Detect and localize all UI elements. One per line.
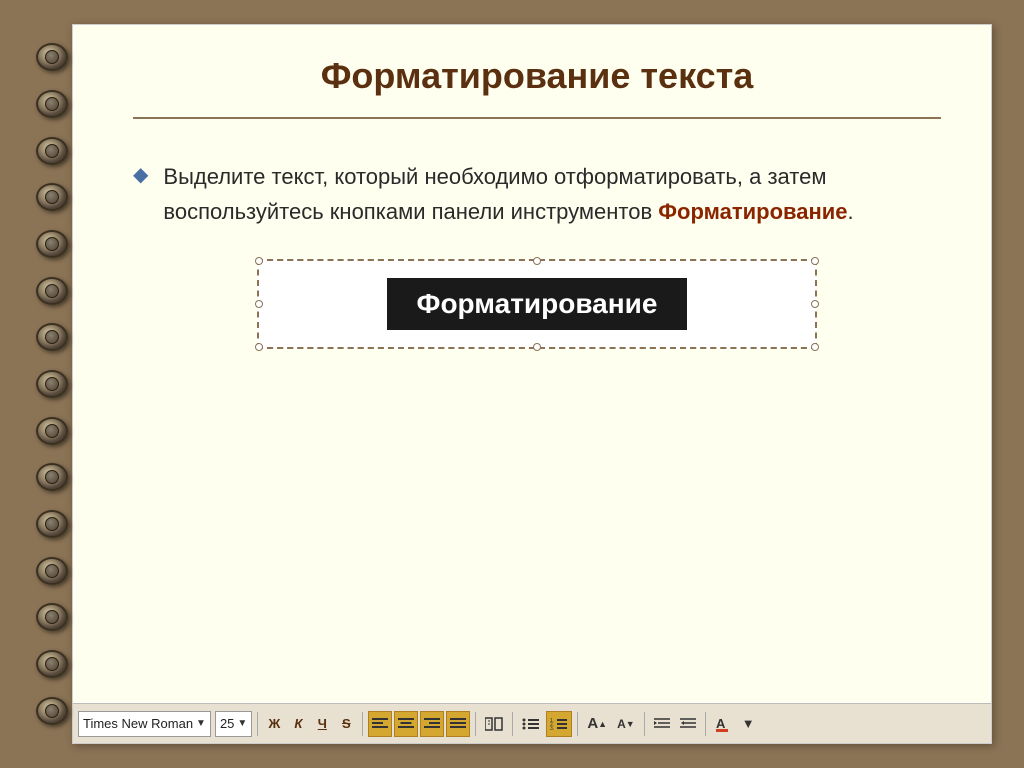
title-divider xyxy=(133,117,941,119)
align-right-button[interactable] xyxy=(420,711,444,737)
corner-circle-tr xyxy=(811,257,819,265)
bullet-text-bold: Форматирование xyxy=(658,199,847,224)
indent-increase-icon xyxy=(654,717,670,731)
font-size-increase-button[interactable]: A▲ xyxy=(583,711,611,737)
bold-button[interactable]: Ж xyxy=(263,711,285,737)
spiral-ring xyxy=(36,697,68,725)
spiral-ring xyxy=(36,90,68,118)
font-name-selector[interactable]: Times New Roman ▼ xyxy=(78,711,211,737)
align-justify-icon xyxy=(450,717,466,731)
corner-circle-tm xyxy=(533,257,541,265)
corner-circle-bm xyxy=(533,343,541,351)
spiral-ring xyxy=(36,323,68,351)
svg-text:A: A xyxy=(716,716,726,731)
align-center-icon xyxy=(398,717,414,731)
separator-2 xyxy=(362,712,363,736)
slide: Форматирование текста ◆ Выделите текст, … xyxy=(72,24,992,744)
spiral-ring xyxy=(36,183,68,211)
unordered-list-button[interactable] xyxy=(518,711,544,737)
spiral-ring xyxy=(36,43,68,71)
outer-frame: Форматирование текста ◆ Выделите текст, … xyxy=(22,14,1002,754)
slide-content: Форматирование текста ◆ Выделите текст, … xyxy=(73,25,991,703)
separator-6 xyxy=(644,712,645,736)
align-center-button[interactable] xyxy=(394,711,418,737)
separator-1 xyxy=(257,712,258,736)
font-name-label: Times New Roman xyxy=(83,716,193,731)
formatting-toolbar: Times New Roman ▼ 25 ▼ Ж К Ч S xyxy=(73,703,991,743)
font-color-dropdown-button[interactable]: ▼ xyxy=(739,711,758,737)
indent-increase-button[interactable] xyxy=(650,711,674,737)
spiral-ring xyxy=(36,277,68,305)
slide-title: Форматирование текста xyxy=(133,55,941,97)
spiral-ring xyxy=(36,417,68,445)
font-name-dropdown-arrow: ▼ xyxy=(196,718,206,729)
spiral-ring xyxy=(36,510,68,538)
italic-button[interactable]: К xyxy=(287,711,309,737)
spiral-ring xyxy=(36,557,68,585)
spiral-ring xyxy=(36,650,68,678)
indent-decrease-icon xyxy=(680,717,696,731)
font-color-icon: A xyxy=(715,716,733,732)
indent-decrease-button[interactable] xyxy=(676,711,700,737)
spiral-ring xyxy=(36,603,68,631)
font-size-dropdown-arrow: ▼ xyxy=(237,718,247,729)
corner-circle-rm xyxy=(811,300,819,308)
separator-3 xyxy=(475,712,476,736)
formatting-image-box: Форматирование xyxy=(257,259,817,349)
spiral-ring xyxy=(36,463,68,491)
bullet-icon: ◆ xyxy=(133,162,148,187)
columns-icon xyxy=(485,717,503,731)
ordered-list-icon: 1. 2. 3. xyxy=(550,717,568,731)
unordered-list-icon xyxy=(522,717,540,731)
bullet-text: Выделите текст, который необходимо отфор… xyxy=(163,159,941,229)
align-justify-button[interactable] xyxy=(446,711,470,737)
font-size-value: 25 xyxy=(220,716,234,731)
align-right-icon xyxy=(424,717,440,731)
corner-circle-bl xyxy=(255,343,263,351)
spiral-ring xyxy=(36,370,68,398)
columns-button[interactable] xyxy=(481,711,507,737)
strikethrough-button[interactable]: S xyxy=(335,711,357,737)
corner-circle-tl xyxy=(255,257,263,265)
spiral-binding xyxy=(22,14,82,754)
align-left-button[interactable] xyxy=(368,711,392,737)
svg-text:3.: 3. xyxy=(550,726,554,731)
font-size-selector[interactable]: 25 ▼ xyxy=(215,711,252,737)
spiral-ring xyxy=(36,137,68,165)
font-size-decrease-button[interactable]: A▼ xyxy=(613,711,639,737)
toolbar-label: Форматирование xyxy=(387,278,688,330)
separator-4 xyxy=(512,712,513,736)
corner-circle-lm xyxy=(255,300,263,308)
spiral-ring xyxy=(36,230,68,258)
separator-5 xyxy=(577,712,578,736)
bullet-text-end: . xyxy=(848,199,854,224)
align-left-icon xyxy=(372,717,388,731)
underline-button[interactable]: Ч xyxy=(311,711,333,737)
corner-circle-br xyxy=(811,343,819,351)
bullet-section: ◆ Выделите текст, который необходимо отф… xyxy=(133,159,941,229)
separator-7 xyxy=(705,712,706,736)
font-color-button[interactable]: A xyxy=(711,711,737,737)
ordered-list-button[interactable]: 1. 2. 3. xyxy=(546,711,572,737)
